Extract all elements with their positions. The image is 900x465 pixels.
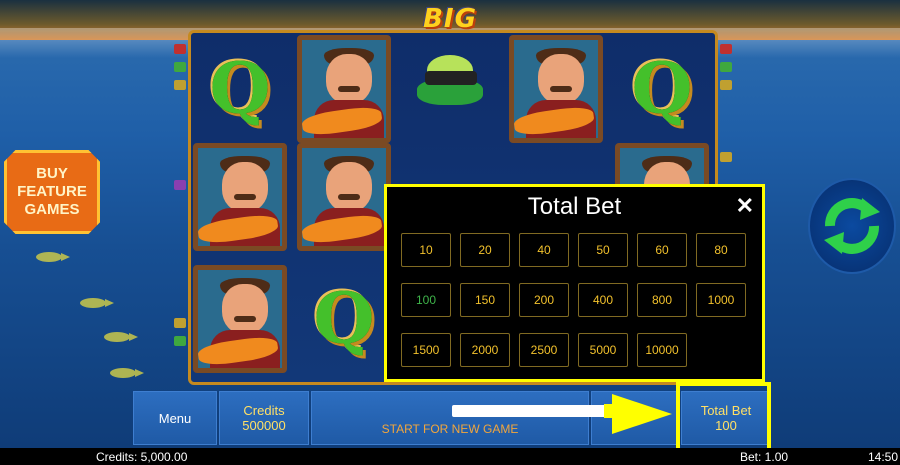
line-indicator (174, 180, 186, 190)
menu-button[interactable]: Menu (133, 391, 217, 445)
panel-title: Total Bet (527, 193, 622, 220)
fisherman-symbol (297, 143, 391, 251)
game-scene: BIG FISH Q Q (0, 0, 900, 448)
buy-feature-label: FEATURE (17, 183, 87, 200)
credits-display: Credits 500000 (219, 391, 309, 445)
bet-option-button[interactable]: 20 (460, 233, 510, 267)
buy-feature-games-button[interactable]: BUY FEATURE GAMES (4, 150, 100, 234)
bet-option-button[interactable]: 10 (401, 233, 451, 267)
credits-value: 500000 (242, 418, 286, 433)
bet-option-button[interactable]: 5000 (578, 333, 628, 367)
line-indicator (720, 152, 732, 162)
fisherman-symbol (193, 143, 287, 251)
bet-option-button[interactable]: 800 (637, 283, 687, 317)
q-symbol: Q (631, 47, 693, 130)
line-indicator (174, 44, 186, 54)
bet-option-button[interactable]: 60 (637, 233, 687, 267)
line-indicator (174, 336, 186, 346)
bet-option-button[interactable]: 80 (696, 233, 746, 267)
background-fish (110, 368, 144, 378)
bet-option-button[interactable]: 1500 (401, 333, 451, 367)
line-indicator (174, 62, 186, 72)
buy-feature-label: GAMES (24, 201, 80, 218)
spin-button[interactable] (808, 178, 896, 274)
fisherman-symbol (509, 35, 603, 143)
background-fish (36, 252, 70, 262)
bet-option-button[interactable]: 10000 (637, 333, 687, 367)
bet-option-button[interactable]: 150 (460, 283, 510, 317)
line-indicator (174, 80, 186, 90)
bet-option-button[interactable]: 1000 (696, 283, 746, 317)
status-time: 14:50 (868, 450, 899, 464)
bet-option-button-selected[interactable]: 100 (401, 283, 451, 317)
bet-option-button[interactable]: 200 (519, 283, 569, 317)
total-bet-highlight (676, 382, 771, 452)
line-indicator (174, 318, 186, 328)
line-indicator (720, 80, 732, 90)
credits-label: Credits (243, 403, 285, 418)
bet-option-button[interactable]: 2000 (460, 333, 510, 367)
start-game-area[interactable]: START FOR NEW GAME (311, 391, 589, 445)
fisherman-symbol (297, 35, 391, 143)
refresh-arrows-icon (824, 198, 880, 254)
cap-symbol (403, 35, 497, 143)
background-fish (104, 332, 138, 342)
line-indicator (720, 62, 732, 72)
pointer-arrow-shaft (452, 405, 622, 417)
background-fish (80, 298, 114, 308)
line-indicator (720, 44, 732, 54)
fisherman-symbol (193, 265, 287, 373)
menu-label: Menu (158, 410, 192, 426)
buy-feature-label: BUY (36, 165, 68, 182)
status-bet: Bet: 1.00 (740, 450, 789, 464)
q-symbol: Q (313, 277, 375, 360)
bet-option-button[interactable]: 2500 (519, 333, 569, 367)
pointer-arrow-icon (612, 394, 672, 434)
total-bet-panel: Total Bet ✕ 10 20 40 50 60 80 100 150 20… (384, 184, 765, 382)
q-symbol: Q (209, 47, 271, 130)
status-credits: Credits: 5,000.00 (96, 450, 188, 464)
bet-option-button[interactable]: 40 (519, 233, 569, 267)
bet-option-button[interactable]: 50 (578, 233, 628, 267)
bet-option-button[interactable]: 400 (578, 283, 628, 317)
close-icon[interactable]: ✕ (736, 193, 754, 219)
status-bar: Credits: 5,000.00 Bet: 1.00 14:50 (0, 448, 900, 465)
